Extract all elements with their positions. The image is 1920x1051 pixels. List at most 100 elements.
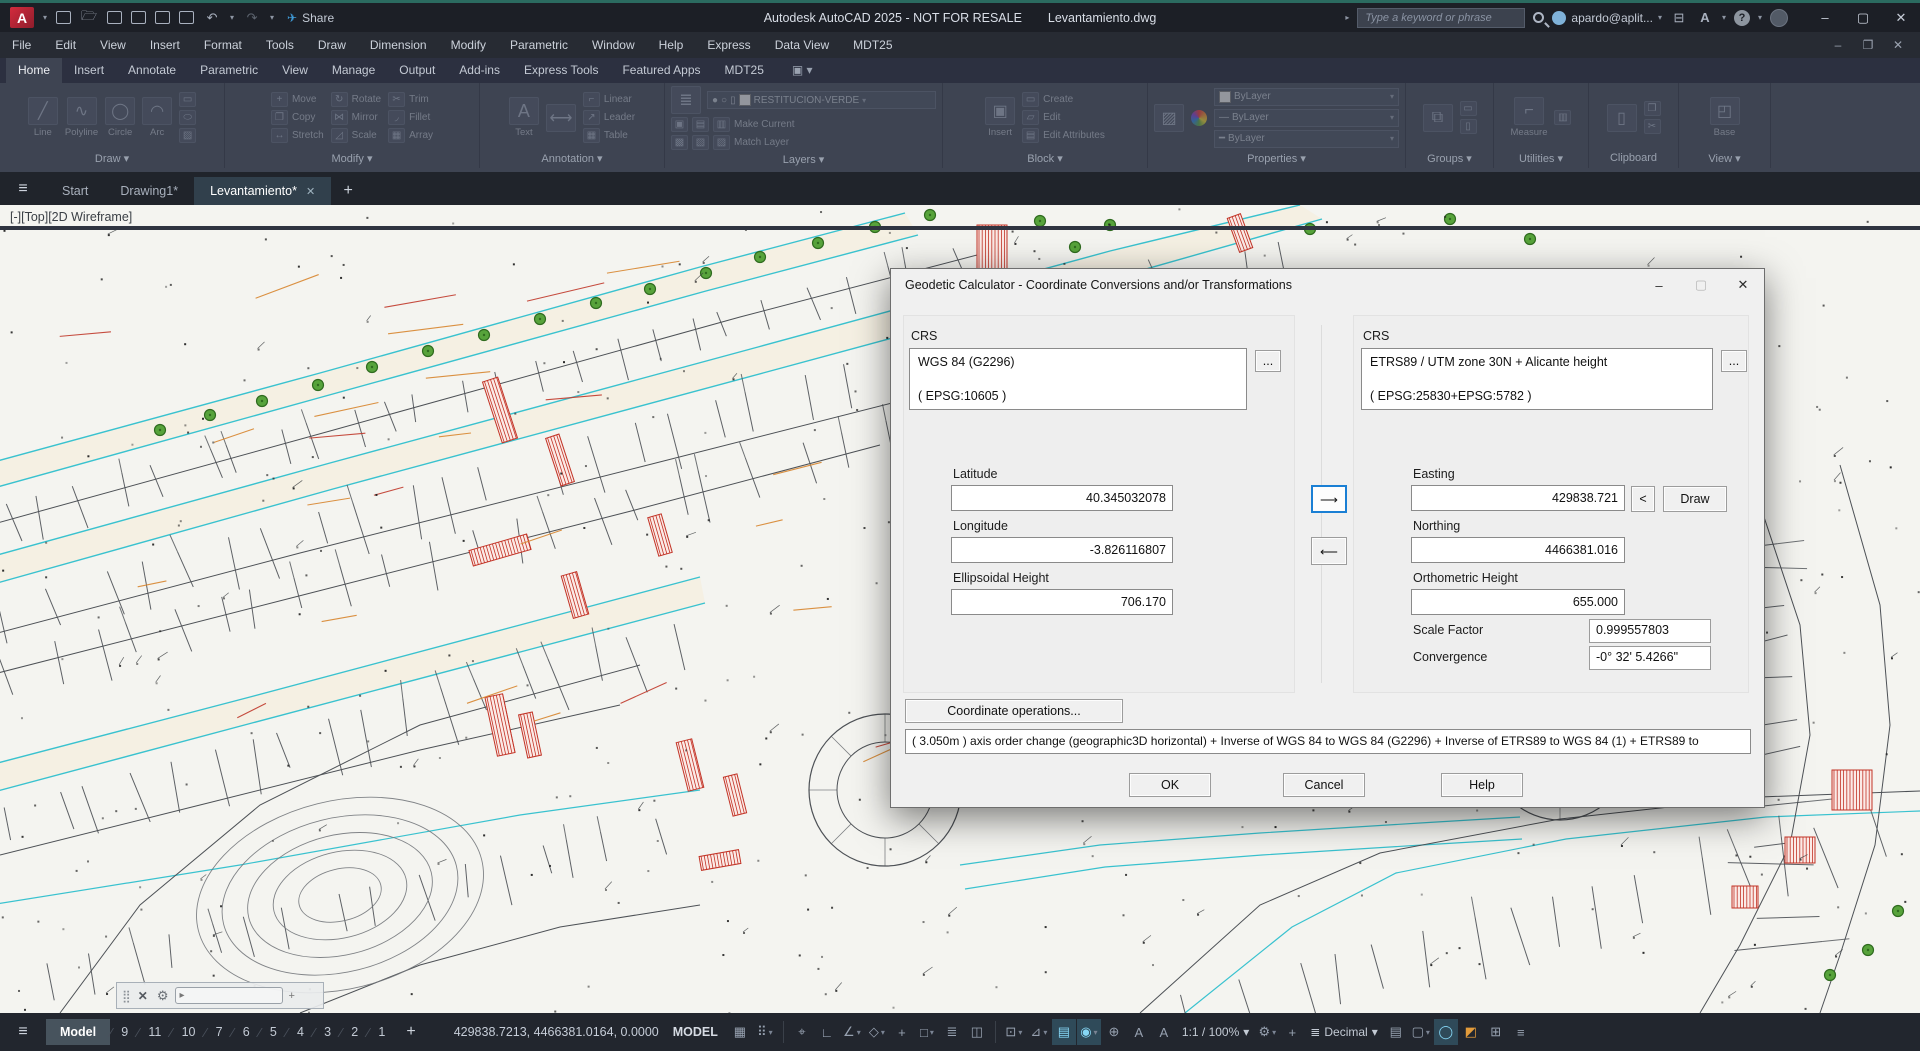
panel-modify-label[interactable]: Modify ▾ [225,152,479,168]
ellipsoidal-height-input[interactable] [951,589,1173,615]
file-tab-levantamiento[interactable]: Levantamiento* ✕ [194,177,331,205]
search-input[interactable]: Type a keyword or phrase [1357,8,1525,28]
account-menu[interactable]: apardo@aplit... ▾ [1552,11,1662,25]
workspace-switching-icon[interactable]: ⚙▾ [1255,1019,1279,1045]
layout-tab-7[interactable]: 7 [207,1019,232,1045]
new-drawing-icon[interactable] [56,11,71,24]
save-as-icon[interactable] [131,11,146,24]
convert-forward-button[interactable]: ⟶ [1311,485,1347,513]
help-icon[interactable]: ? [1734,10,1750,26]
ortho-icon[interactable]: ∟ [815,1019,839,1045]
dialog-title-bar[interactable]: Geodetic Calculator - Coordinate Convers… [891,269,1764,301]
share-button[interactable]: ✈ Share [287,11,334,25]
isometric-drafting-icon[interactable]: ◇▾ [865,1019,889,1045]
autodesk-access-icon[interactable]: A [1696,10,1714,25]
annotation-monitor-icon[interactable]: + [1280,1019,1304,1045]
menu-insert[interactable]: Insert [138,32,192,58]
app-menu-arrow-icon[interactable]: ▾ [43,13,47,22]
pick-point-button[interactable]: < [1631,486,1655,512]
dialog-minimize-button[interactable]: – [1638,269,1680,301]
command-grip-icon[interactable]: ⣿ [122,989,129,1003]
ok-button[interactable]: OK [1129,773,1211,797]
dropdown-arrow-icon[interactable]: ▾ [881,1028,885,1037]
menu-draw[interactable]: Draw [306,32,358,58]
undo-icon[interactable]: ↶ [203,10,221,26]
lock-ui-icon[interactable]: ▢▾ [1409,1019,1433,1045]
layout-tab-6[interactable]: 6 [234,1019,259,1045]
isolate-objects-icon[interactable]: ◯ [1434,1019,1458,1045]
viewport-controls[interactable]: [-][Top][2D Wireframe] [10,210,132,224]
menu-help[interactable]: Help [647,32,696,58]
menu-window[interactable]: Window [580,32,647,58]
dialog-close-button[interactable]: ✕ [1722,269,1764,301]
panel-utilities-label[interactable]: Utilities ▾ [1494,152,1588,168]
panel-draw-label[interactable]: Draw ▾ [0,152,224,168]
3d-object-snap-icon[interactable]: ⊿▾ [1027,1019,1051,1045]
dropdown-arrow-icon[interactable]: ▾ [1272,1028,1276,1037]
menu-format[interactable]: Format [192,32,254,58]
menu-dimension[interactable]: Dimension [358,32,439,58]
selection-filtering-icon[interactable]: ◉▾ [1077,1019,1101,1045]
ribbon-display-toggle-icon[interactable]: ▣ ▾ [776,58,823,83]
dropdown-arrow-icon[interactable]: ▾ [1094,1028,1098,1037]
command-close-icon[interactable]: ✕ [135,989,151,1003]
menu-file[interactable]: File [0,32,43,58]
layout-tab-4[interactable]: 4 [288,1019,313,1045]
longitude-input[interactable] [951,537,1173,563]
ribbon-tab-annotate[interactable]: Annotate [116,58,188,83]
dropdown-arrow-icon[interactable]: ▾ [1243,1025,1249,1039]
file-tabs-menu-icon[interactable]: ≡ [0,172,46,205]
menu-express[interactable]: Express [695,32,762,58]
file-tab-drawing1[interactable]: Drawing1* [104,177,194,205]
convert-back-button[interactable]: ⟵ [1311,537,1347,565]
window-close-button[interactable]: ✕ [1882,3,1920,32]
ribbon-tab-manage[interactable]: Manage [320,58,387,83]
doc-restore-button[interactable]: ❐ [1854,38,1882,52]
layout-tab-model[interactable]: Model [46,1019,110,1045]
menu-mdt25[interactable]: MDT25 [841,32,904,58]
latitude-input[interactable] [951,485,1173,511]
layout-tab-3[interactable]: 3 [315,1019,340,1045]
layout-tab-1[interactable]: 1 [369,1019,394,1045]
annotation-scale-label[interactable]: 1:1 / 100%▾ [1177,1019,1254,1045]
app-menu-button[interactable]: A [10,7,34,28]
ribbon-tab-insert[interactable]: Insert [62,58,116,83]
object-snap-icon[interactable]: □▾ [915,1019,939,1045]
ribbon-tab-output[interactable]: Output [387,58,447,83]
publish-icon[interactable] [179,11,194,24]
open-icon[interactable]: 🗁 [80,7,98,29]
command-line[interactable]: ⣿ ✕ ⚙ ▸ + [116,982,324,1009]
doc-minimize-button[interactable]: – [1824,38,1852,52]
layout-tab-11[interactable]: 11 [139,1019,170,1045]
panel-groups-label[interactable]: Groups ▾ [1406,152,1493,168]
tab-close-icon[interactable]: ✕ [306,185,315,198]
access-arrow-icon[interactable]: ▾ [1722,13,1726,22]
easting-input[interactable] [1411,485,1625,511]
dropdown-arrow-icon[interactable]: ▾ [1426,1028,1430,1037]
transparency-icon[interactable]: ◫ [965,1019,989,1045]
dropdown-arrow-icon[interactable]: ▾ [1372,1025,1378,1039]
quick-properties-icon[interactable]: ▤ [1384,1019,1408,1045]
menu-modify[interactable]: Modify [439,32,498,58]
ribbon-tab-addins[interactable]: Add-ins [447,58,512,83]
layout-tab-5[interactable]: 5 [261,1019,286,1045]
ribbon-tab-featured-apps[interactable]: Featured Apps [610,58,712,83]
help-button[interactable]: Help [1441,773,1523,797]
dropdown-arrow-icon[interactable]: ▾ [769,1028,773,1037]
units-label[interactable]: ≣Decimal▾ [1305,1019,1382,1045]
dynamic-input-icon[interactable]: ⌖ [790,1019,814,1045]
panel-block-label[interactable]: Block ▾ [943,152,1147,168]
dynamic-ucs-icon[interactable]: ▤ [1052,1019,1076,1045]
model-space-button[interactable]: MODEL [673,1025,718,1039]
ribbon-tab-parametric[interactable]: Parametric [188,58,270,83]
target-crs-browse-button[interactable]: ... [1721,350,1747,372]
customization-icon[interactable]: ≡ [1509,1019,1533,1045]
new-tab-button[interactable]: + [331,177,365,205]
search-icon[interactable] [1533,12,1544,23]
ribbon-tab-express-tools[interactable]: Express Tools [512,58,610,83]
grid-icon[interactable]: ▦ [728,1019,752,1045]
clean-screen-icon[interactable]: ⊞ [1484,1019,1508,1045]
dropdown-arrow-icon[interactable]: ▾ [930,1028,934,1037]
snap-mode-icon[interactable]: ⠿▾ [753,1019,777,1045]
menu-parametric[interactable]: Parametric [498,32,580,58]
